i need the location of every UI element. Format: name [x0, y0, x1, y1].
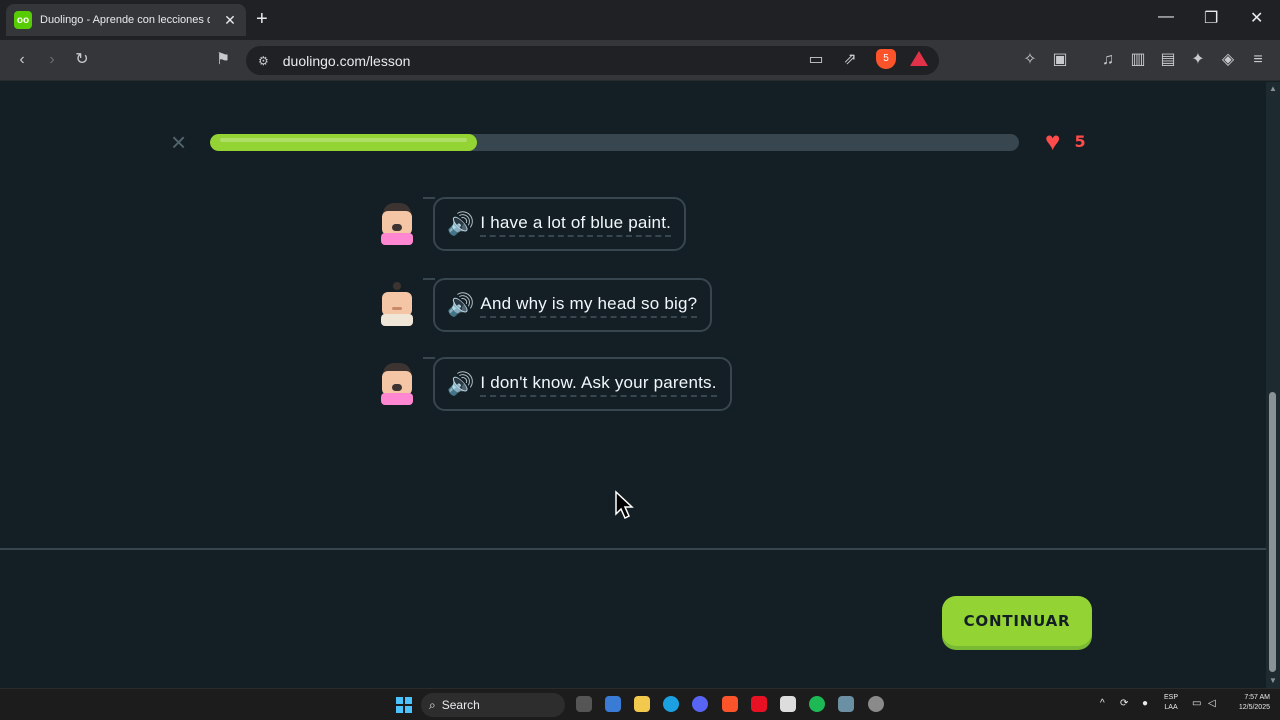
- menu-icon[interactable]: ≡: [1248, 50, 1268, 70]
- speaker-icon[interactable]: 🔊: [447, 294, 474, 316]
- address-bar[interactable]: ⚙ duolingo.com/lesson: [246, 46, 939, 75]
- spotify-icon[interactable]: [809, 696, 825, 712]
- speech-bubble: 🔊 And why is my head so big?: [422, 278, 713, 332]
- close-window-icon[interactable]: ✕: [1250, 8, 1263, 28]
- tab-title: Duolingo - Aprende con lecciones de ingl…: [40, 14, 210, 26]
- browser-toolbar: ‹ › ↻ ⚑ ⚙ duolingo.com/lesson ▭ ⇗ 5 ✧ ▣ …: [0, 40, 1280, 81]
- language-code: ESP: [1164, 694, 1179, 701]
- volume-icon[interactable]: ◁: [1208, 698, 1216, 709]
- task-view-icon[interactable]: [576, 696, 592, 712]
- vpn-icon[interactable]: ◈: [1218, 50, 1238, 70]
- windows-taskbar: ⌕ Search ^ ⟳ ● ESP LAA ▭ ◁ 7:57 AM 12/5/…: [0, 688, 1280, 720]
- site-info-icon[interactable]: ⚙: [258, 54, 269, 68]
- dialogue-line: 🔊 I don't know. Ask your parents.: [378, 357, 732, 411]
- clock-date: 12/5/2025: [1238, 704, 1270, 711]
- mic-icon[interactable]: ●: [1142, 698, 1148, 709]
- new-tab-plus-icon[interactable]: +: [256, 9, 268, 29]
- mouse-pointer-icon: [614, 490, 636, 525]
- reload-icon[interactable]: ↻: [72, 50, 92, 70]
- close-lesson-icon[interactable]: ×: [171, 129, 186, 155]
- cast-icon[interactable]: ▭: [806, 50, 826, 70]
- brave-rewards-icon[interactable]: [910, 51, 928, 66]
- sidebar-icon[interactable]: ▥: [1128, 50, 1148, 70]
- discord-icon[interactable]: [692, 696, 708, 712]
- minimize-icon[interactable]: —: [1158, 8, 1174, 26]
- wallet-icon[interactable]: ▤: [1158, 50, 1178, 70]
- dialogue-line: 🔊 And why is my head so big?: [378, 278, 713, 332]
- lesson-progress-bar: [210, 134, 1019, 151]
- speaker-icon[interactable]: 🔊: [447, 213, 474, 235]
- speaker-icon[interactable]: 🔊: [447, 373, 474, 395]
- dialogue-text[interactable]: And why is my head so big?: [480, 294, 698, 318]
- speech-bubble: 🔊 I have a lot of blue paint.: [422, 197, 687, 251]
- continue-button[interactable]: CONTINUAR: [942, 596, 1092, 646]
- xmind-icon[interactable]: [751, 696, 767, 712]
- brave-icon[interactable]: [722, 696, 738, 712]
- footer-divider: [0, 548, 1266, 550]
- tab-close-icon[interactable]: ✕: [222, 12, 238, 29]
- scroll-up-icon[interactable]: ▲: [1269, 84, 1277, 93]
- restore-icon[interactable]: ❐: [1204, 8, 1218, 28]
- scroll-down-icon[interactable]: ▼: [1269, 676, 1277, 685]
- dialogue-text[interactable]: I don't know. Ask your parents.: [480, 373, 717, 397]
- keyboard-layout: LAA: [1164, 704, 1178, 711]
- remote-desktop-icon[interactable]: [838, 696, 854, 712]
- dialogue-text[interactable]: I have a lot of blue paint.: [480, 213, 672, 237]
- lesson-page: × ♥ 5 🔊 I have a lot of blue paint. 🔊 An…: [0, 82, 1266, 688]
- url-text: duolingo.com/lesson: [282, 52, 411, 69]
- taskbar-search[interactable]: ⌕ Search: [421, 693, 565, 717]
- language-indicator[interactable]: ESP LAA: [1164, 693, 1178, 713]
- speech-bubble: 🔊 I don't know. Ask your parents.: [423, 357, 732, 411]
- file-explorer-icon[interactable]: [634, 696, 650, 712]
- search-icon: ⌕: [429, 697, 436, 712]
- leo-ai-icon[interactable]: ✦: [1188, 50, 1208, 70]
- man-avatar: [378, 282, 416, 328]
- taskbar-clock[interactable]: 7:57 AM 12/5/2025: [1226, 693, 1270, 713]
- brave-shields-icon[interactable]: 5: [876, 49, 896, 69]
- search-label: Search: [441, 698, 480, 712]
- hearts-count: 5: [1074, 131, 1086, 151]
- page-scrollbar[interactable]: ▲ ▼: [1266, 82, 1280, 688]
- bookmark-icon[interactable]: ⚑: [213, 50, 233, 70]
- lesson-progress-fill: [210, 134, 477, 151]
- reader-icon[interactable]: ▣: [1050, 50, 1070, 70]
- hearts-counter[interactable]: ♥ 5: [1045, 126, 1086, 156]
- scroll-thumb[interactable]: [1269, 392, 1276, 672]
- woman-with-mustache-avatar: [378, 361, 416, 407]
- media-icon[interactable]: ♫: [1098, 50, 1118, 70]
- duolingo-favicon-icon: oo: [14, 11, 32, 29]
- browser-tab[interactable]: oo Duolingo - Aprende con lecciones de i…: [6, 4, 246, 36]
- forward-icon[interactable]: ›: [42, 50, 62, 70]
- clock-time: 7:57 AM: [1244, 694, 1270, 701]
- browser-tab-bar: oo Duolingo - Aprende con lecciones de i…: [0, 0, 1280, 40]
- extensions-icon[interactable]: ✧: [1020, 50, 1040, 70]
- dialogue-line: 🔊 I have a lot of blue paint.: [378, 197, 687, 251]
- network-icon[interactable]: ▭: [1192, 698, 1201, 709]
- woman-with-mustache-avatar: [378, 201, 416, 247]
- copilot-icon[interactable]: [605, 696, 621, 712]
- back-icon[interactable]: ‹: [12, 50, 32, 70]
- chrome-icon[interactable]: [868, 696, 884, 712]
- store-icon[interactable]: [780, 696, 796, 712]
- share-icon[interactable]: ⇗: [840, 50, 860, 70]
- edge-icon[interactable]: [663, 696, 679, 712]
- tray-overflow-icon[interactable]: ^: [1100, 698, 1105, 709]
- heart-icon: ♥: [1045, 126, 1061, 156]
- windows-start-icon[interactable]: [396, 697, 412, 713]
- sync-icon[interactable]: ⟳: [1120, 698, 1128, 709]
